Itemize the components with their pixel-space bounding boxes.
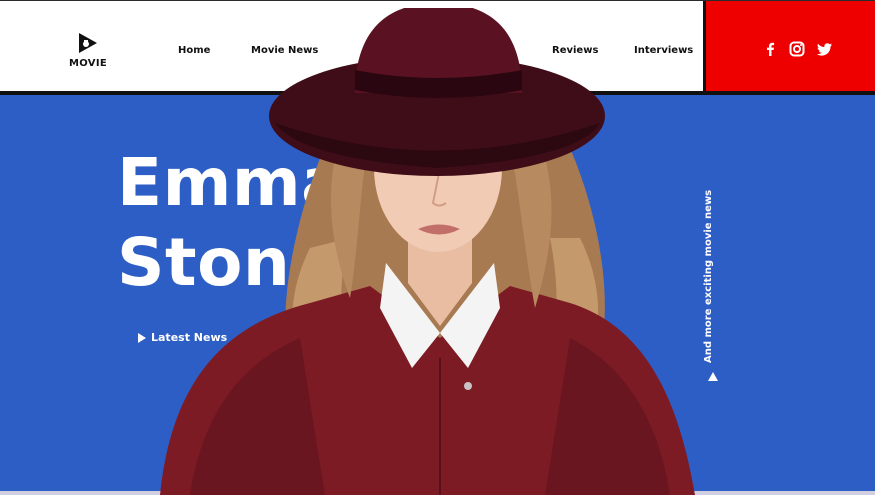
facebook-icon[interactable] — [762, 41, 778, 57]
nav-reviews[interactable]: Reviews — [552, 45, 598, 56]
hero-title-line-2: Stone — [117, 224, 336, 301]
hero-title-line-1: Emma — [117, 144, 347, 221]
vertical-tagline: And more exciting movie news — [703, 189, 714, 363]
logo-text: MOVIE — [69, 58, 107, 69]
hero-bottom-strip — [0, 491, 875, 495]
latest-news-label: Latest News — [151, 331, 228, 344]
nav-interviews[interactable]: Interviews — [634, 45, 693, 56]
site-header: MOVIE Home Movie News Reviews Interviews — [0, 0, 875, 94]
instagram-icon[interactable] — [789, 41, 805, 57]
twitter-icon[interactable] — [817, 41, 833, 57]
latest-news-link[interactable]: Latest News — [138, 331, 227, 344]
play-icon — [75, 31, 101, 55]
play-arrow-icon — [138, 332, 146, 343]
hero-section: Emma Stone Latest News And more exciting… — [0, 95, 875, 495]
nav-home[interactable]: Home — [178, 45, 210, 56]
logo[interactable]: MOVIE — [64, 31, 112, 75]
hero-title: Emma Stone — [117, 143, 346, 303]
arrow-up-icon[interactable] — [708, 372, 718, 381]
social-panel — [703, 1, 875, 94]
page: MOVIE Home Movie News Reviews Interviews — [0, 0, 875, 495]
nav-movie-news[interactable]: Movie News — [251, 45, 318, 56]
